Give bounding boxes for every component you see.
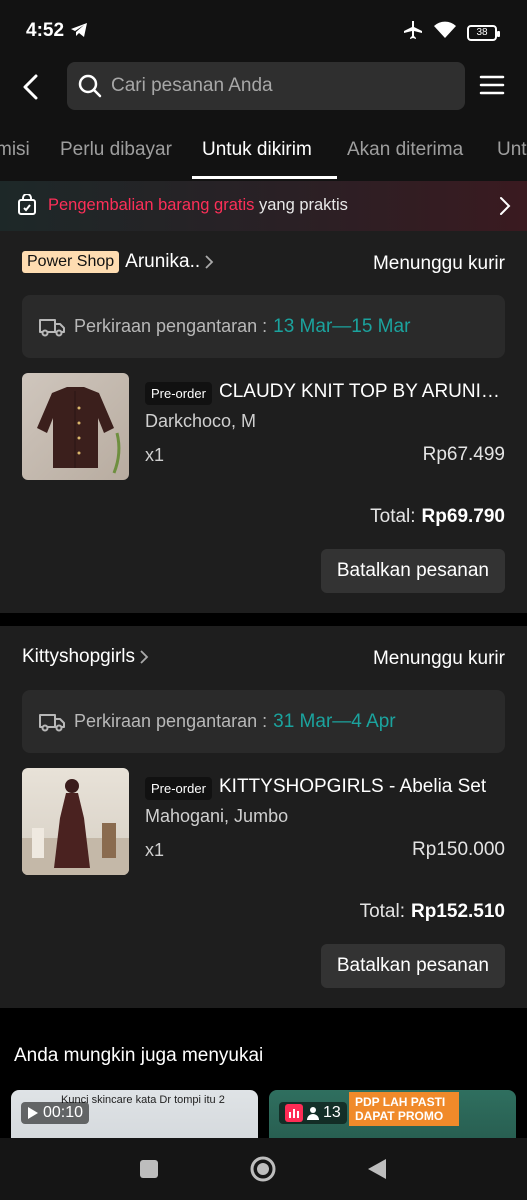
delivery-date: 13 Mar—15 Mar: [273, 315, 411, 337]
tab-untuk-dikirim[interactable]: Untuk dikirim: [202, 139, 312, 161]
wifi-icon: [433, 21, 457, 44]
preorder-badge: Pre-order: [145, 777, 212, 800]
delivery-estimate: Perkiraan pengantaran : 13 Mar—15 Mar: [22, 295, 505, 358]
total-value: Rp152.510: [410, 901, 505, 922]
chevron-right-icon: [499, 196, 511, 221]
airplane-icon: [403, 20, 423, 45]
shop-name: Arunika..: [125, 251, 201, 272]
live-icon: [285, 1104, 303, 1122]
delivery-date: 31 Mar—4 Apr: [273, 710, 396, 732]
tab-perlu-dibayar[interactable]: Perlu dibayar: [60, 139, 172, 161]
preorder-badge: Pre-order: [145, 382, 212, 405]
total-value: Rp69.790: [421, 506, 505, 527]
viewer-count: 13: [323, 1104, 341, 1121]
search-bar[interactable]: [67, 62, 465, 110]
status-bar: 4:52 38: [0, 0, 527, 58]
back-nav-button[interactable]: [366, 1158, 388, 1185]
delivery-label: Perkiraan pengantaran :: [74, 711, 268, 731]
product-image[interactable]: [22, 373, 129, 480]
shop-name: Kittyshopgirls: [22, 646, 135, 667]
status-icons: 38: [403, 20, 500, 45]
promo-rest: yang praktis: [254, 196, 348, 214]
product-name[interactable]: KITTYSHOPGIRLS - Abelia Set: [219, 776, 505, 798]
cancel-order-button[interactable]: Batalkan pesanan: [320, 944, 505, 988]
free-return-banner[interactable]: Pengembalian barang gratis yang praktis: [0, 181, 527, 231]
tab-akan-diterima[interactable]: Akan diterima: [347, 139, 463, 161]
tab-next[interactable]: Unt: [497, 139, 527, 161]
battery-icon: 38: [467, 24, 500, 41]
promo-highlight: Pengembalian barang gratis: [48, 196, 255, 214]
product-price: Rp150.000: [412, 839, 505, 860]
header: [0, 58, 527, 120]
delivery-estimate: Perkiraan pengantaran : 31 Mar—4 Apr: [22, 690, 505, 753]
order-status: Menunggu kurir: [372, 253, 505, 274]
cancel-order-button[interactable]: Batalkan pesanan: [320, 549, 505, 593]
status-time: 4:52: [26, 20, 65, 41]
order-status: Menunggu kurir: [372, 648, 505, 669]
truck-icon: [39, 713, 65, 731]
truck-icon: [39, 318, 65, 336]
home-button[interactable]: [249, 1155, 277, 1188]
order-total: Total: Rp69.790: [370, 506, 505, 528]
system-nav-bar: [0, 1138, 527, 1200]
shop-row[interactable]: Kittyshopgirls: [22, 646, 149, 668]
play-icon: [28, 1107, 38, 1119]
chevron-right-icon: [205, 255, 214, 269]
product-name[interactable]: CLAUDY KNIT TOP BY ARUNIKA: [219, 381, 505, 403]
back-arrow-icon: [23, 74, 38, 100]
triangle-back-icon: [368, 1159, 386, 1179]
recommendations-title: Anda mungkin juga menyukai: [14, 1045, 264, 1066]
delivery-label: Perkiraan pengantaran :: [74, 316, 268, 336]
product-variant: Mahogani, Jumbo: [145, 806, 289, 826]
video-duration: 00:10: [43, 1104, 84, 1121]
person-icon: [307, 1107, 319, 1120]
chevron-right-icon: [140, 650, 149, 664]
tab-misi[interactable]: misi: [0, 139, 30, 161]
promo-caption: PDP LAH PASTI DAPAT PROMO: [349, 1092, 459, 1126]
shopping-bag-icon: [17, 193, 37, 221]
square-icon: [140, 1160, 158, 1178]
order-tabs: misi Perlu dibayar Untuk dikirim Akan di…: [0, 120, 527, 181]
order-card: Kittyshopgirls Menunggu kurir Perkiraan …: [0, 626, 527, 1008]
shop-row[interactable]: Power Shop Arunika..: [22, 251, 214, 273]
product-image[interactable]: [22, 768, 129, 875]
product-price: Rp67.499: [422, 444, 505, 465]
total-label: Total:: [370, 506, 416, 527]
telegram-icon: [70, 22, 88, 43]
promo-text: Pengembalian barang gratis yang praktis: [48, 196, 348, 215]
power-shop-badge: Power Shop: [22, 251, 120, 273]
product-quantity: x1: [145, 840, 165, 860]
order-card: Power Shop Arunika.. Menunggu kurir Perk…: [0, 231, 527, 613]
search-input[interactable]: [111, 75, 441, 97]
total-label: Total:: [359, 901, 405, 922]
product-variant: Darkchoco, M: [145, 411, 257, 431]
back-button[interactable]: [16, 72, 46, 102]
order-total: Total: Rp152.510: [360, 901, 505, 923]
active-tab-indicator: [192, 176, 337, 179]
live-viewers-badge: 13: [279, 1102, 347, 1124]
hamburger-menu-icon: [479, 75, 505, 95]
video-duration-badge: 00:10: [21, 1102, 90, 1124]
circle-icon: [250, 1156, 276, 1182]
recents-button[interactable]: [139, 1159, 159, 1184]
product-quantity: x1: [145, 445, 165, 465]
search-icon: [78, 74, 102, 98]
menu-button[interactable]: [479, 74, 505, 96]
